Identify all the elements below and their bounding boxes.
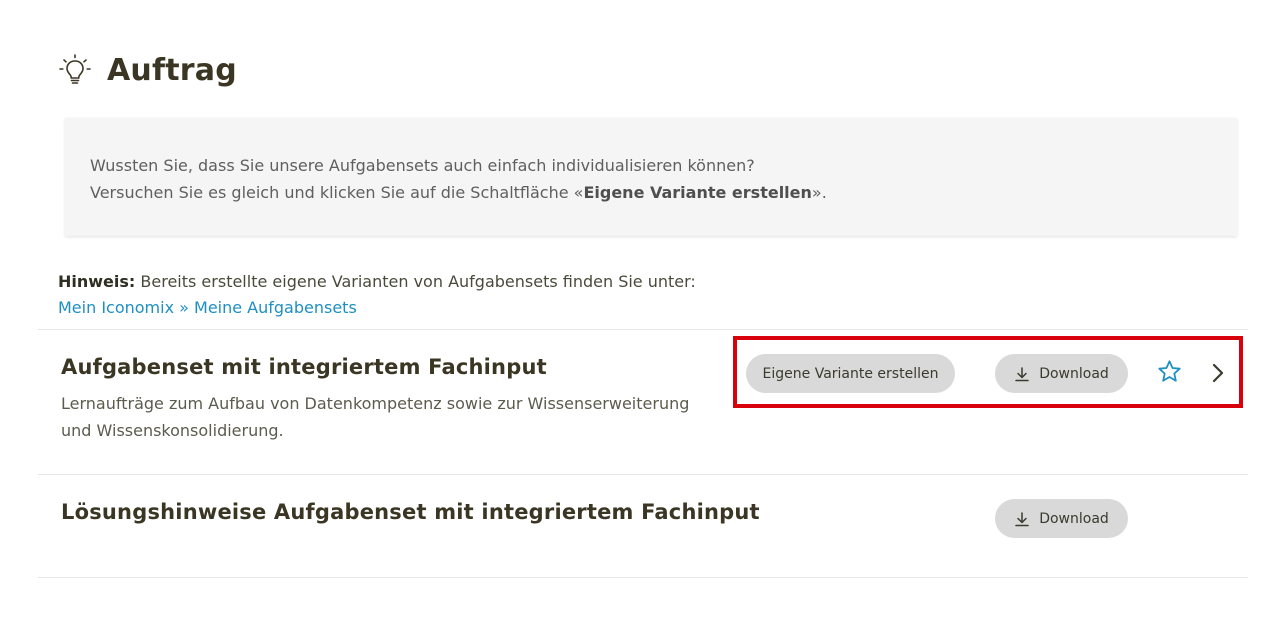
download-label: Download xyxy=(1039,365,1109,382)
hint-line: Hinweis: Bereits erstellte eigene Varian… xyxy=(58,269,696,295)
info-line-2-suffix: ». xyxy=(811,183,827,202)
info-line-2-prefix: Versuchen Sie es gleich und klicken Sie … xyxy=(90,183,584,202)
item-title: Lösungshinweise Aufgabenset mit integrie… xyxy=(61,500,760,524)
star-outline-icon[interactable] xyxy=(1157,359,1182,384)
create-variant-button[interactable]: Eigene Variante erstellen xyxy=(746,354,955,393)
info-box: Wussten Sie, dass Sie unsere Aufgabenset… xyxy=(65,118,1237,236)
divider xyxy=(38,329,1248,330)
hint-block: Hinweis: Bereits erstellte eigene Varian… xyxy=(58,269,696,321)
chevron-right-icon[interactable] xyxy=(1209,361,1227,385)
page-header: Auftrag xyxy=(57,50,237,90)
hint-text: Bereits erstellte eigene Varianten von A… xyxy=(135,272,696,291)
divider xyxy=(38,577,1248,578)
download-button[interactable]: Download xyxy=(995,499,1128,538)
download-label: Download xyxy=(1039,510,1109,527)
my-task-sets-link[interactable]: Mein Iconomix » Meine Aufgabensets xyxy=(58,298,357,317)
page: Auftrag Wussten Sie, dass Sie unsere Auf… xyxy=(0,0,1283,626)
download-icon xyxy=(1015,366,1029,381)
info-line-2: Versuchen Sie es gleich und klicken Sie … xyxy=(90,179,1237,206)
download-icon xyxy=(1015,511,1029,526)
hint-label: Hinweis: xyxy=(58,272,136,291)
item-title: Aufgabenset mit integriertem Fachinput xyxy=(61,355,547,379)
page-title: Auftrag xyxy=(107,52,237,88)
item-description: Lernaufträge zum Aufbau von Datenkompete… xyxy=(61,394,690,440)
lightbulb-icon xyxy=(59,54,91,84)
divider xyxy=(38,474,1248,475)
create-variant-label: Eigene Variante erstellen xyxy=(762,365,939,382)
info-line-1: Wussten Sie, dass Sie unsere Aufgabenset… xyxy=(90,156,755,175)
info-line-2-bold: Eigene Variante erstellen xyxy=(583,183,812,202)
download-button[interactable]: Download xyxy=(995,354,1128,393)
